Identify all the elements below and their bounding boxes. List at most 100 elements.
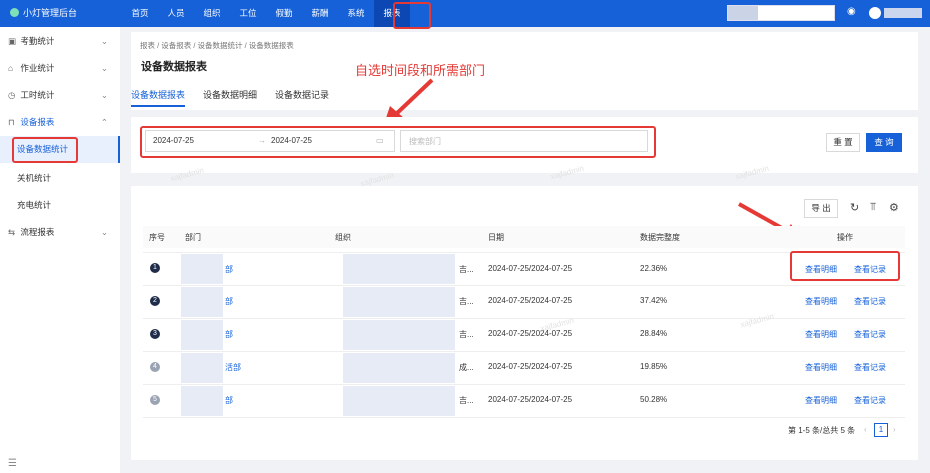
chevron-right-icon[interactable]: › — [893, 425, 896, 434]
view-detail-link[interactable]: 查看明细 — [805, 329, 837, 340]
topnav-salary[interactable]: 薪酬 — [302, 0, 338, 27]
dept-cell[interactable]: 活部 — [225, 362, 241, 373]
bell-icon[interactable]: ◉ — [847, 6, 856, 17]
chevron-down-icon: ⌄ — [100, 36, 108, 46]
chevron-down-icon: ⌄ — [100, 227, 108, 237]
tabs: 设备数据报表 设备数据明细 设备数据记录 — [131, 88, 329, 107]
completeness-cell: 37.42% — [640, 296, 668, 305]
rank-badge: 4 — [150, 362, 160, 372]
tab-device-record[interactable]: 设备数据记录 — [275, 88, 329, 107]
page-number[interactable]: 1 — [874, 423, 888, 437]
rank-badge: 5 — [150, 395, 160, 405]
column-height-icon[interactable]: ⫪ — [870, 201, 876, 214]
row-divider — [143, 384, 905, 385]
org-redacted — [343, 320, 455, 350]
calendar-icon: ▣ — [8, 36, 17, 46]
sidebar-item-attendance[interactable]: ▣ 考勤统计 ⌄ — [0, 28, 120, 55]
row-divider — [143, 351, 905, 352]
date-cell: 2024-07-25/2024-07-25 — [488, 362, 573, 371]
export-button[interactable]: 导 出 — [804, 199, 838, 218]
breadcrumb: 报表 / 设备报表 / 设备数据统计 / 设备数据报表 — [140, 41, 294, 50]
date-cell: 2024-07-25/2024-07-25 — [488, 329, 573, 338]
dept-redacted — [181, 386, 223, 416]
tab-device-detail[interactable]: 设备数据明细 — [203, 88, 257, 107]
reset-button[interactable]: 重 置 — [826, 133, 860, 152]
logo-icon — [10, 8, 19, 17]
gear-icon[interactable]: ⚙ — [889, 201, 899, 214]
dept-cell[interactable]: 部 — [225, 329, 233, 340]
dept-redacted — [181, 353, 223, 383]
refresh-icon[interactable]: ↻ — [850, 201, 859, 214]
dept-redacted — [181, 320, 223, 350]
chevron-down-icon: ⌄ — [100, 90, 108, 100]
dept-cell[interactable]: 部 — [225, 395, 233, 406]
topnav-home[interactable]: 首页 — [122, 0, 158, 27]
sidebar-subitem-shutdown[interactable]: 关机统计 — [0, 165, 120, 192]
rank-badge: 2 — [150, 296, 160, 306]
app-logo[interactable]: 小灯管理后台 — [10, 6, 77, 19]
date-cell: 2024-07-25/2024-07-25 — [488, 264, 573, 273]
view-record-link[interactable]: 查看记录 — [854, 362, 886, 373]
view-detail-link[interactable]: 查看明细 — [805, 296, 837, 307]
tab-device-report[interactable]: 设备数据报表 — [131, 88, 186, 107]
page-title: 设备数据报表 — [141, 61, 207, 73]
table-header — [143, 226, 905, 248]
view-record-link[interactable]: 查看记录 — [854, 296, 886, 307]
flow-icon: ⇆ — [8, 227, 16, 237]
app-title: 小灯管理后台 — [23, 8, 78, 18]
sidebar-subitem-charging[interactable]: 充电统计 — [0, 192, 120, 219]
org-cell: 成... — [459, 363, 474, 372]
th-index: 序号 — [149, 233, 165, 242]
query-button[interactable]: 查 询 — [866, 133, 902, 152]
topnav-org[interactable]: 组织 — [194, 0, 230, 27]
chevron-up-icon: ⌃ — [100, 117, 108, 127]
completeness-cell: 22.36% — [640, 264, 668, 273]
date-cell: 2024-07-25/2024-07-25 — [488, 296, 573, 305]
view-record-link[interactable]: 查看记录 — [854, 395, 886, 406]
annotation-box-reports — [393, 2, 431, 29]
avatar[interactable] — [869, 7, 881, 19]
row-divider — [143, 318, 905, 319]
completeness-cell: 19.85% — [640, 362, 668, 371]
device-icon: ⊓ — [8, 117, 15, 127]
th-dept: 部门 — [185, 233, 201, 242]
rank-badge: 3 — [150, 329, 160, 339]
th-date: 日期 — [488, 233, 504, 242]
view-detail-link[interactable]: 查看明细 — [805, 362, 837, 373]
topnav-station[interactable]: 工位 — [230, 0, 266, 27]
dept-cell[interactable]: 部 — [225, 264, 233, 275]
sidebar: ▣ 考勤统计 ⌄ ⌂ 作业统计 ⌄ ◷ 工时统计 ⌄ ⊓ 设备报表 ⌃ 设备数据统计 关… — [0, 27, 120, 473]
topnav-leave[interactable]: 假勤 — [266, 0, 302, 27]
dept-redacted — [181, 287, 223, 317]
sidebar-item-hours[interactable]: ◷ 工时统计 ⌄ — [0, 82, 120, 109]
sidebar-item-device-report[interactable]: ⊓ 设备报表 ⌃ — [0, 109, 120, 136]
dept-redacted — [181, 254, 223, 284]
pagination-summary: 第 1-5 条/总共 5 条 — [788, 426, 856, 435]
org-cell: 吉... — [459, 265, 474, 274]
org-redacted — [343, 254, 455, 284]
menu-collapse-icon[interactable]: ☰ — [8, 458, 17, 469]
sidebar-item-process[interactable]: ⇆ 流程报表 ⌄ — [0, 219, 120, 246]
chevron-left-icon[interactable]: ‹ — [864, 425, 867, 434]
org-cell: 吉... — [459, 297, 474, 306]
view-record-link[interactable]: 查看记录 — [854, 329, 886, 340]
completeness-cell: 50.28% — [640, 395, 668, 404]
top-search-redacted[interactable] — [727, 5, 835, 21]
row-divider — [143, 417, 905, 418]
building-icon: ⌂ — [8, 63, 14, 73]
chevron-down-icon: ⌄ — [100, 63, 108, 73]
sidebar-item-work[interactable]: ⌂ 作业统计 ⌄ — [0, 55, 120, 82]
row-divider — [143, 285, 905, 286]
dept-cell[interactable]: 部 — [225, 296, 233, 307]
username-redacted — [884, 8, 922, 18]
view-detail-link[interactable]: 查看明细 — [805, 395, 837, 406]
topnav-people[interactable]: 人员 — [158, 0, 194, 27]
clock-icon: ◷ — [8, 90, 16, 100]
org-cell: 吉... — [459, 396, 474, 405]
th-actions: 操作 — [837, 233, 853, 242]
org-redacted — [343, 287, 455, 317]
th-completeness: 数据完整度 — [640, 233, 680, 242]
topnav-system[interactable]: 系统 — [338, 0, 374, 27]
annotation-box-device-stats — [12, 137, 78, 163]
annotation-box-actions — [790, 251, 900, 281]
